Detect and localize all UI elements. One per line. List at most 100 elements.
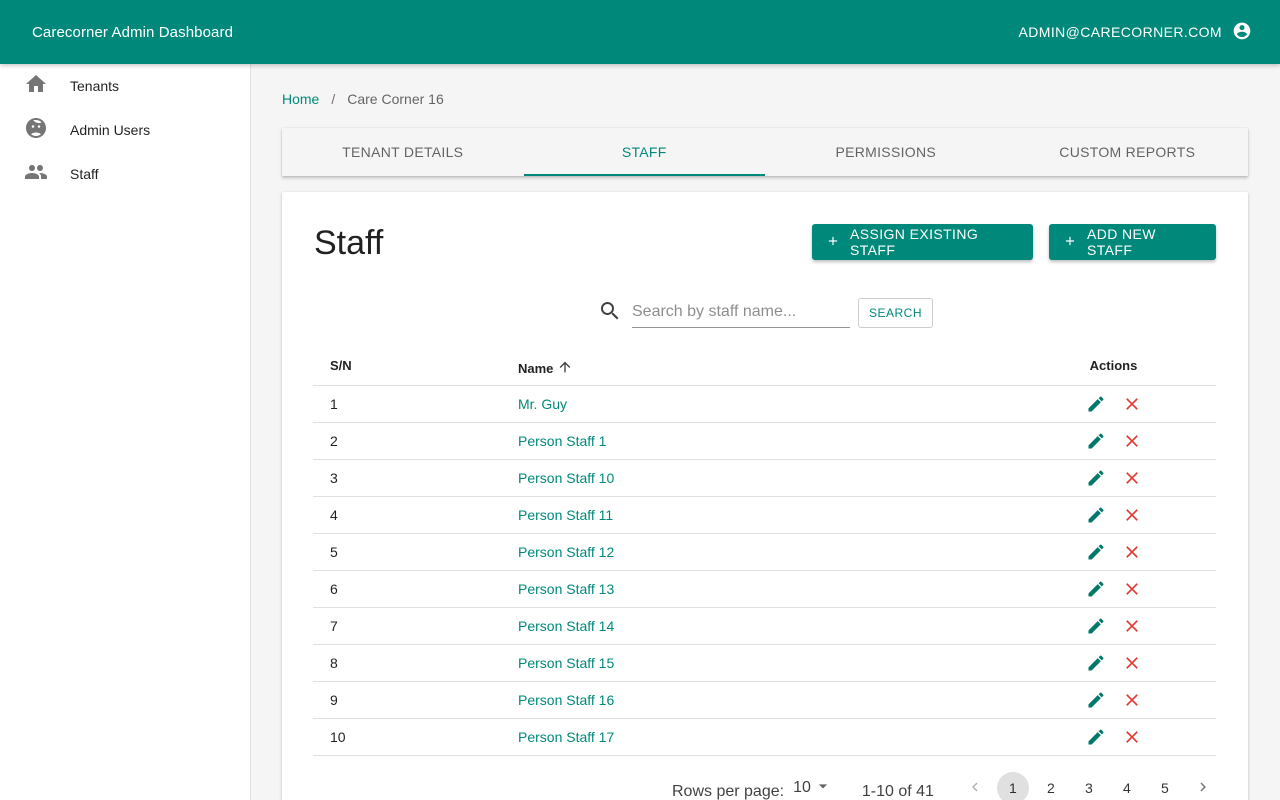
add-new-staff-button[interactable]: ADD NEW STAFF (1049, 224, 1216, 260)
search-icon (598, 299, 632, 328)
column-header-sn: S/N (330, 358, 352, 373)
edit-icon[interactable] (1086, 468, 1106, 488)
sidebar: Tenants Admin Users Staff (0, 64, 251, 800)
search-input[interactable] (632, 298, 850, 328)
tab-permissions[interactable]: PERMISSIONS (765, 128, 1007, 176)
edit-icon[interactable] (1086, 542, 1106, 562)
breadcrumb-home-link[interactable]: Home (282, 91, 319, 107)
tab-tenant-details[interactable]: TENANT DETAILS (282, 128, 524, 176)
table-row: 3 Person Staff 10 (313, 460, 1216, 497)
staff-name-link[interactable]: Person Staff 16 (501, 692, 1013, 708)
close-icon[interactable] (1122, 690, 1142, 710)
staff-name-link[interactable]: Person Staff 13 (501, 581, 1013, 597)
cell-sn: 10 (330, 729, 346, 745)
tab-custom-reports[interactable]: CUSTOM REPORTS (1007, 128, 1249, 176)
column-header-actions: Actions (1089, 358, 1138, 373)
page-button[interactable]: 2 (1035, 772, 1067, 800)
staff-name-link[interactable]: Person Staff 12 (501, 544, 1013, 560)
close-icon[interactable] (1122, 394, 1142, 414)
cell-actions (1013, 579, 1214, 599)
close-icon[interactable] (1122, 727, 1142, 747)
account-circle-icon (1232, 21, 1252, 44)
edit-icon[interactable] (1086, 616, 1106, 636)
breadcrumb: Home / Care Corner 16 (282, 91, 444, 107)
close-icon[interactable] (1122, 505, 1142, 525)
page-button[interactable]: 5 (1149, 772, 1181, 800)
close-icon[interactable] (1122, 431, 1142, 451)
sidebar-item-admin-users[interactable]: Admin Users (0, 108, 250, 152)
breadcrumb-current: Care Corner 16 (347, 91, 444, 107)
cell-actions (1013, 727, 1214, 747)
cell-actions (1013, 616, 1214, 636)
staff-name-link[interactable]: Person Staff 11 (501, 507, 1013, 523)
breadcrumb-separator: / (331, 91, 336, 107)
staff-name-link[interactable]: Person Staff 1 (501, 433, 1013, 449)
cell-actions (1013, 394, 1214, 414)
close-icon[interactable] (1122, 468, 1142, 488)
cell-actions (1013, 690, 1214, 710)
search-button[interactable]: SEARCH (858, 298, 934, 328)
app-title: Carecorner Admin Dashboard (32, 23, 234, 41)
sidebar-item-label: Tenants (70, 78, 120, 94)
edit-icon[interactable] (1086, 690, 1106, 710)
cell-sn: 6 (330, 581, 338, 597)
column-header-name[interactable]: Name (501, 346, 1013, 378)
add-new-staff-label: ADD NEW STAFF (1087, 226, 1156, 258)
home-icon (24, 72, 48, 101)
page-button[interactable]: 4 (1111, 772, 1143, 800)
table-row: 7 Person Staff 14 (313, 608, 1216, 645)
pagination: Rows per page: 10 1-10 of 41 12345 (672, 772, 1222, 800)
cell-actions (1013, 505, 1214, 525)
people-icon (24, 160, 48, 189)
table-row: 5 Person Staff 12 (313, 534, 1216, 571)
table-row: 6 Person Staff 13 (313, 571, 1216, 608)
cell-sn: 5 (330, 544, 338, 560)
chevron-left-icon (966, 778, 984, 799)
table-row: 8 Person Staff 15 (313, 645, 1216, 682)
staff-name-link[interactable]: Person Staff 10 (501, 470, 1013, 486)
staff-search: SEARCH (598, 298, 934, 328)
cell-sn: 3 (330, 470, 338, 486)
close-icon[interactable] (1122, 616, 1142, 636)
cell-actions (1013, 431, 1214, 451)
pagination-range: 1-10 of 41 (861, 783, 934, 800)
rows-per-page-select[interactable]: 10 (793, 776, 833, 800)
next-page-button[interactable] (1187, 772, 1219, 800)
arrow-up-sort-icon (553, 359, 573, 378)
main-content: Home / Care Corner 16 TENANT DETAILS STA… (251, 64, 1280, 800)
close-icon[interactable] (1122, 542, 1142, 562)
user-menu[interactable]: ADMIN@CARECORNER.COM (1019, 21, 1252, 44)
page-title: Staff (314, 224, 384, 262)
app-bar: Carecorner Admin Dashboard ADMIN@CARECOR… (0, 0, 1280, 64)
sidebar-item-staff[interactable]: Staff (0, 152, 250, 196)
close-icon[interactable] (1122, 579, 1142, 599)
edit-icon[interactable] (1086, 653, 1106, 673)
tab-staff[interactable]: STAFF (523, 128, 766, 176)
chevron-right-icon (1194, 778, 1212, 799)
face-icon (24, 116, 48, 145)
edit-icon[interactable] (1086, 394, 1106, 414)
staff-name-link[interactable]: Person Staff 14 (501, 618, 1013, 634)
edit-icon[interactable] (1086, 579, 1106, 599)
sidebar-item-label: Admin Users (70, 122, 151, 138)
staff-name-link[interactable]: Person Staff 17 (501, 729, 1013, 745)
close-icon[interactable] (1122, 653, 1142, 673)
assign-existing-staff-button[interactable]: ASSIGN EXISTING STAFF (812, 224, 1033, 260)
rows-per-page-value: 10 (793, 779, 811, 796)
table-row: 4 Person Staff 11 (313, 497, 1216, 534)
page-navigation: 12345 (956, 772, 1222, 800)
cell-sn: 4 (330, 507, 338, 523)
edit-icon[interactable] (1086, 727, 1106, 747)
staff-name-link[interactable]: Person Staff 15 (501, 655, 1013, 671)
previous-page-button[interactable] (959, 772, 991, 800)
sidebar-item-tenants[interactable]: Tenants (0, 64, 250, 108)
table-header: S/N Name Actions (313, 346, 1216, 386)
staff-name-link[interactable]: Mr. Guy (501, 396, 1013, 412)
user-email: ADMIN@CARECORNER.COM (1018, 24, 1222, 40)
edit-icon[interactable] (1086, 505, 1106, 525)
page-button[interactable]: 1 (996, 772, 1029, 800)
edit-icon[interactable] (1086, 431, 1106, 451)
table-row: 9 Person Staff 16 (313, 682, 1216, 719)
page-button[interactable]: 3 (1073, 772, 1105, 800)
staff-table: S/N Name Actions 1 Mr. Guy 2 Person Staff 1… (313, 346, 1216, 756)
